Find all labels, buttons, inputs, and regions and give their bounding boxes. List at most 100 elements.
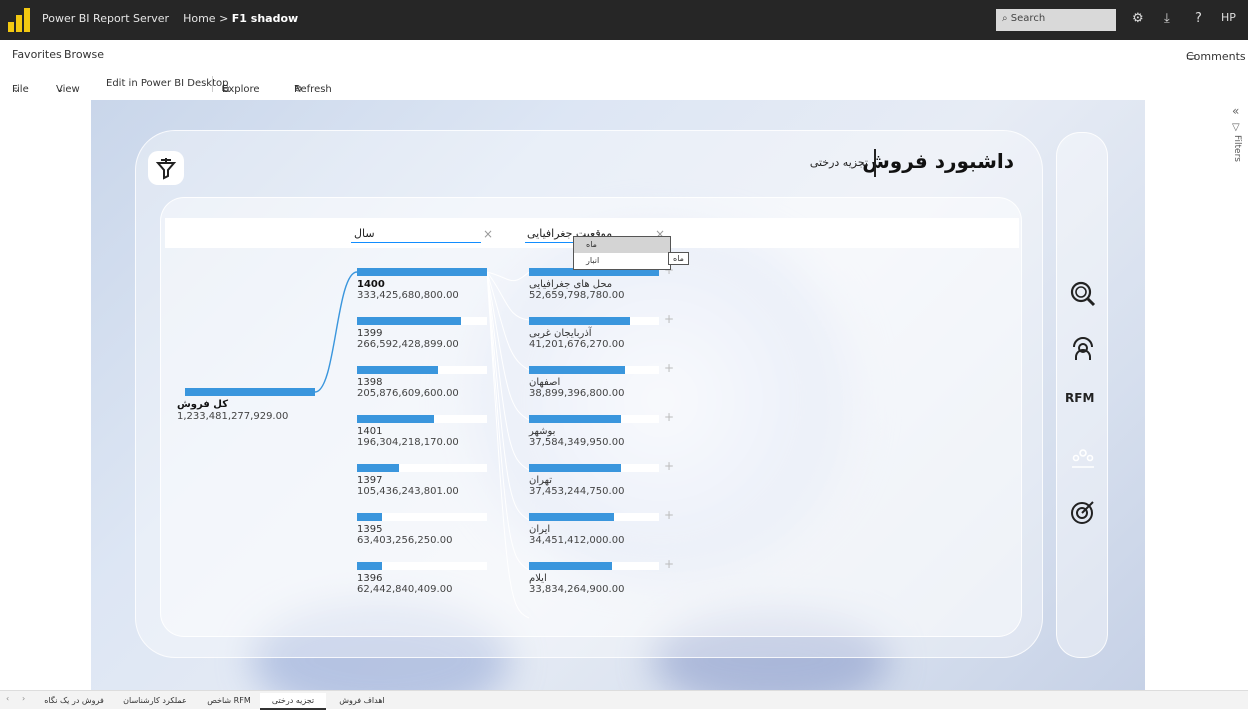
year-value: 266,592,428,899.00 bbox=[357, 339, 459, 350]
report-canvas: داشبورد فروش تجزیه درختی سال × موقعیت جغ… bbox=[91, 100, 1145, 690]
funnel-icon: ▽ bbox=[1232, 122, 1240, 133]
main-panel: داشبورد فروش تجزیه درختی سال × موقعیت جغ… bbox=[135, 130, 1043, 658]
geo-value: 52,659,798,780.00 bbox=[529, 290, 625, 301]
breadcrumb: Power BI Report Server Home > F1 shadow bbox=[42, 12, 298, 25]
page-tabs-bar: ‹ › فروش در یک نگاه عملکرد کارشناسان شاخص … bbox=[0, 690, 1248, 710]
expand-plus-icon[interactable]: + bbox=[664, 557, 674, 571]
browse-link[interactable]: Browse bbox=[64, 48, 104, 61]
page-tab[interactable]: اهداف فروش bbox=[326, 693, 398, 710]
chevron-left-icon[interactable]: ‹ bbox=[6, 694, 9, 703]
edit-desktop-button[interactable]: Edit in Power BI Desktop bbox=[106, 78, 228, 89]
expand-plus-icon[interactable]: + bbox=[664, 410, 674, 424]
title-divider bbox=[874, 149, 876, 177]
user-avatar[interactable]: HP bbox=[1221, 11, 1236, 24]
year-bar-fill bbox=[357, 268, 487, 276]
year-value: 63,403,256,250.00 bbox=[357, 535, 453, 546]
geo-label: اصفهان bbox=[529, 377, 561, 388]
search-box[interactable]: ⌕ Search bbox=[996, 9, 1116, 31]
context-menu-item-warehouse[interactable]: انبار bbox=[574, 253, 670, 269]
money-search-icon[interactable] bbox=[1070, 281, 1096, 307]
year-value: 196,304,218,170.00 bbox=[357, 437, 459, 448]
geo-value: 37,584,349,950.00 bbox=[529, 437, 625, 448]
download-icon[interactable]: ⤓ bbox=[1164, 11, 1170, 26]
geo-value: 38,899,396,800.00 bbox=[529, 388, 625, 399]
filter-button[interactable] bbox=[148, 151, 184, 185]
year-bar-fill bbox=[357, 366, 438, 374]
year-value: 62,442,840,409.00 bbox=[357, 584, 453, 595]
page-tab[interactable]: عملکرد کارشناسان bbox=[112, 693, 198, 710]
year-label: 1399 bbox=[357, 328, 383, 339]
year-label: 1398 bbox=[357, 377, 383, 388]
toolbar-divider bbox=[212, 76, 213, 92]
app-name[interactable]: Power BI Report Server bbox=[42, 12, 169, 25]
geo-bar-fill bbox=[529, 317, 631, 325]
root-value: 1,233,481,277,929.00 bbox=[177, 411, 289, 422]
crumb-home[interactable]: Home bbox=[183, 12, 215, 25]
chevron-down-icon: ⌄ bbox=[222, 84, 231, 95]
page-tab[interactable]: فروش در یک نگاه bbox=[36, 693, 112, 710]
nav-menu: Favorites Browse ▭ Comments bbox=[0, 46, 1248, 66]
year-value: 105,436,243,801.00 bbox=[357, 486, 459, 497]
year-bar-fill bbox=[357, 464, 399, 472]
context-menu-item-month[interactable]: ماه bbox=[574, 237, 670, 253]
year-value: 205,876,609,600.00 bbox=[357, 388, 459, 399]
geo-label: آذربایجان غربی bbox=[529, 328, 592, 339]
team-icon[interactable] bbox=[1070, 445, 1096, 471]
year-label: 1395 bbox=[357, 524, 383, 535]
filters-pane[interactable]: « ▽ Filters bbox=[1232, 104, 1248, 162]
side-navigation: RFM bbox=[1056, 132, 1108, 658]
geo-bar-fill bbox=[529, 513, 614, 521]
rfm-nav-button[interactable]: RFM bbox=[1065, 391, 1094, 405]
employee-icon[interactable] bbox=[1070, 335, 1096, 361]
year-label: 1397 bbox=[357, 475, 383, 486]
geo-bar-fill bbox=[529, 366, 626, 374]
geo-value: 37,453,244,750.00 bbox=[529, 486, 625, 497]
geo-bar-fill bbox=[529, 464, 622, 472]
expand-plus-icon[interactable]: + bbox=[664, 459, 674, 473]
crumb-current: F1 shadow bbox=[231, 12, 299, 25]
year-label: 1396 bbox=[357, 573, 383, 584]
geo-label: ایلام bbox=[529, 573, 547, 584]
chevron-left-icon[interactable]: « bbox=[1232, 104, 1248, 118]
geo-label: محل های جغرافیایی bbox=[529, 279, 613, 290]
geo-label: ایران bbox=[529, 524, 551, 535]
chevron-down-icon: ⌄ bbox=[56, 84, 65, 95]
report-title: داشبورد فروش bbox=[862, 149, 1014, 173]
geo-bar-fill bbox=[529, 562, 613, 570]
expand-plus-icon[interactable]: + bbox=[664, 361, 674, 375]
report-subtitle: تجزیه درختی bbox=[809, 156, 868, 169]
tooltip: ماه bbox=[668, 252, 689, 265]
help-icon[interactable]: ? bbox=[1195, 11, 1202, 26]
root-bar-fill bbox=[185, 388, 315, 396]
year-bar-fill bbox=[357, 562, 382, 570]
search-placeholder: Search bbox=[1010, 13, 1046, 24]
page-tab[interactable]: تجزیه درختی bbox=[260, 693, 326, 710]
geo-value: 33,834,264,900.00 bbox=[529, 584, 625, 595]
geo-bar-fill bbox=[529, 415, 622, 423]
target-icon[interactable] bbox=[1070, 499, 1096, 525]
refresh-label: Refresh bbox=[294, 84, 332, 95]
expand-plus-icon[interactable]: + bbox=[664, 312, 674, 326]
year-value: 333,425,680,800.00 bbox=[357, 290, 459, 301]
report-toolbar: File ⌄ View ⌄ Edit in Power BI Desktop ⧉… bbox=[0, 72, 1248, 96]
funnel-icon bbox=[155, 158, 177, 180]
top-bar: Power BI Report Server Home > F1 shadow … bbox=[0, 0, 1248, 40]
expand-plus-icon[interactable]: + bbox=[664, 508, 674, 522]
gear-icon[interactable]: ⚙ bbox=[1132, 11, 1144, 26]
chevron-right-icon[interactable]: › bbox=[22, 694, 25, 703]
year-label: 1401 bbox=[357, 426, 383, 437]
year-bar-fill bbox=[357, 513, 382, 521]
comments-label: Comments bbox=[1186, 50, 1246, 63]
year-bar-fill bbox=[357, 415, 434, 423]
crumb-separator: > bbox=[219, 12, 229, 25]
geo-value: 34,451,412,000.00 bbox=[529, 535, 625, 546]
page-tab[interactable]: شاخص RFM bbox=[198, 693, 260, 710]
geo-label: تهران bbox=[529, 475, 553, 486]
search-icon: ⌕ bbox=[1002, 13, 1008, 24]
filters-label: Filters bbox=[1232, 135, 1242, 162]
powerbi-logo-icon[interactable] bbox=[8, 8, 32, 32]
expand-context-menu: ماه انبار bbox=[573, 236, 671, 270]
geo-label: بوشهر bbox=[529, 426, 556, 437]
year-bar-fill bbox=[357, 317, 461, 325]
favorites-link[interactable]: Favorites bbox=[12, 48, 62, 61]
